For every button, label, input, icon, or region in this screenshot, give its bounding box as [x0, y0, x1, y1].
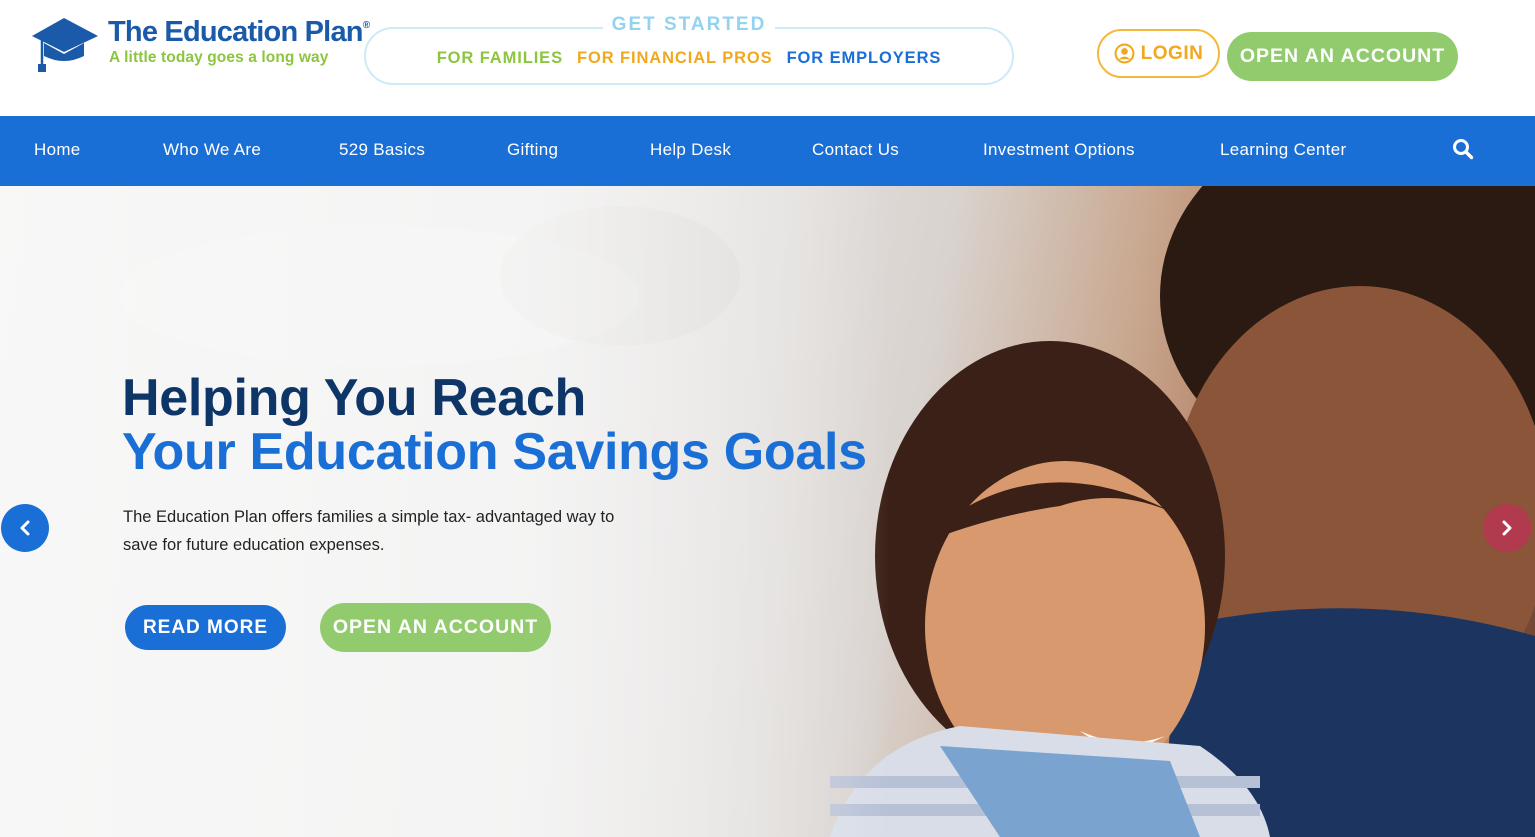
hero-description: The Education Plan offers families a sim…	[123, 508, 615, 554]
for-families-link[interactable]: FOR FAMILIES	[437, 49, 563, 68]
nav-item-help-desk[interactable]: Help Desk	[650, 140, 731, 160]
get-started-title: GET STARTED	[603, 14, 775, 36]
login-label: LOGIN	[1140, 42, 1204, 64]
nav-item-learning-center[interactable]: Learning Center	[1220, 140, 1346, 160]
nav-item-gifting[interactable]: Gifting	[507, 140, 558, 160]
hero-heading-line2: Your Education Savings Goals	[122, 423, 867, 481]
nav-item-contact-us[interactable]: Contact Us	[812, 140, 899, 160]
nav-item-home[interactable]: Home	[34, 140, 81, 160]
nav-item-investment-options[interactable]: Investment Options	[983, 140, 1135, 160]
site-logo[interactable]: The Education Plan® A little today goes …	[30, 14, 370, 74]
hero-heading-line1: Helping You Reach	[122, 369, 586, 427]
read-more-button[interactable]: READ MORE	[125, 605, 286, 650]
logo-tagline: A little today goes a long way	[109, 49, 329, 66]
for-employers-link[interactable]: FOR EMPLOYERS	[787, 49, 942, 68]
user-circle-icon	[1114, 43, 1135, 64]
login-button[interactable]: LOGIN	[1097, 29, 1220, 78]
main-nav: Home Who We Are 529 Basics Gifting Help …	[0, 116, 1535, 186]
site-header: The Education Plan® A little today goes …	[0, 0, 1535, 116]
hero-carousel: Helping You Reach Your Education Savings…	[0, 186, 1535, 837]
nav-item-529-basics[interactable]: 529 Basics	[339, 140, 425, 160]
search-icon	[1453, 139, 1474, 160]
graduation-cap-icon	[32, 18, 98, 72]
nav-item-who-we-are[interactable]: Who We Are	[163, 140, 261, 160]
chevron-left-icon	[20, 520, 30, 536]
open-account-button-hero[interactable]: OPEN AN ACCOUNT	[320, 603, 551, 652]
carousel-next-button[interactable]	[1483, 504, 1531, 552]
search-button[interactable]	[1452, 138, 1474, 165]
get-started-links: FOR FAMILIES FOR FINANCIAL PROS FOR EMPL…	[366, 49, 1012, 68]
chevron-right-icon	[1502, 520, 1512, 536]
open-account-button-header[interactable]: OPEN AN ACCOUNT	[1227, 32, 1458, 81]
logo-title: The Education Plan®	[108, 16, 370, 48]
for-financial-pros-link[interactable]: FOR FINANCIAL PROS	[577, 49, 773, 68]
carousel-prev-button[interactable]	[1, 504, 49, 552]
get-started-panel: GET STARTED FOR FAMILIES FOR FINANCIAL P…	[364, 14, 1014, 85]
